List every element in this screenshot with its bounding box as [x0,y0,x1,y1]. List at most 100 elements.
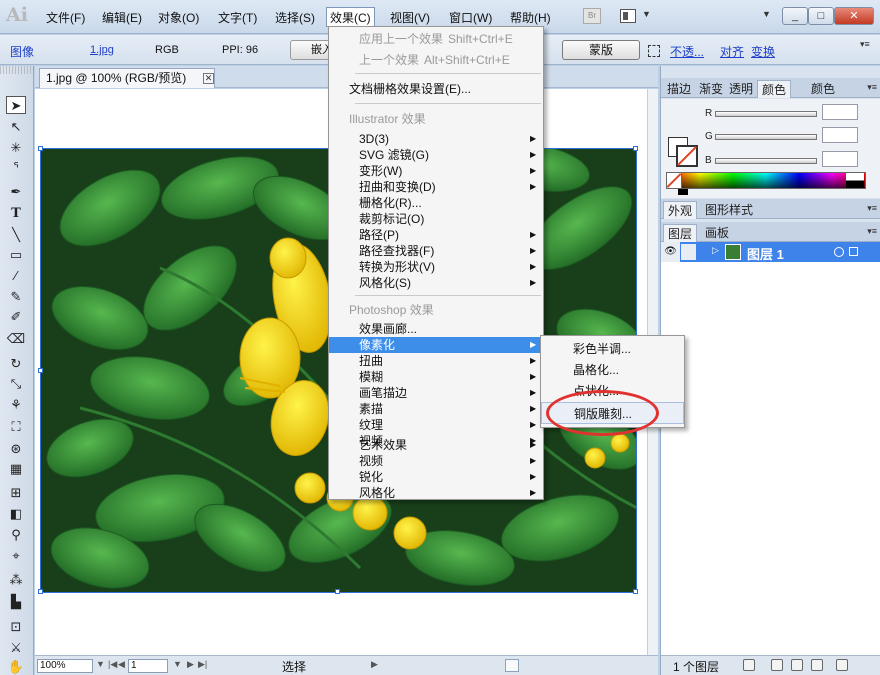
panel-menu-icon[interactable]: ▾≡ [867,203,877,214]
status-menu-icon[interactable]: ▶ [371,659,378,670]
stroke-swatch[interactable] [676,145,698,167]
menu-pixelate[interactable]: 像素化 ▶ [329,337,543,353]
scale-tool-icon[interactable]: ⤡ [6,375,26,393]
panel-menu-icon[interactable]: ▾≡ [860,39,870,50]
green-slider[interactable] [715,134,817,140]
menu-blur[interactable]: 模糊 ▶ [329,369,543,385]
lasso-tool-icon[interactable]: ᕐ [6,159,26,177]
lock-toggle[interactable] [681,244,696,260]
selection-indicator[interactable] [849,247,858,256]
delete-layer-icon[interactable] [836,659,848,671]
horizontal-scroll-thumb[interactable] [505,659,519,672]
menu-type[interactable]: 文字(T) [215,8,260,28]
align-link[interactable]: 对齐 [720,43,744,60]
rotate-tool-icon[interactable]: ↻ [6,355,26,373]
pencil-tool-icon[interactable]: ✎ [6,288,26,306]
black-white-swatch[interactable] [846,173,864,188]
workspace-chevron-down-icon[interactable]: ▼ [762,9,771,19]
menu-file[interactable]: 文件(F) [43,8,88,28]
menu-effect-gallery[interactable]: 效果画廊... [329,321,543,337]
menu-color-halftone[interactable]: 彩色半调... [541,338,684,360]
bridge-icon[interactable]: Br [583,8,601,24]
free-transform-tool-icon[interactable]: ⛶ [6,418,26,436]
transform-link[interactable]: 变换 [751,43,775,60]
none-color-icon[interactable] [667,173,682,188]
close-tab-icon[interactable]: ✕ [203,73,214,84]
line-tool-icon[interactable]: ╲ [6,226,26,244]
make-clipping-mask-icon[interactable] [771,659,783,671]
menu-video-2[interactable]: 视频 ▶ [329,453,543,469]
tab-graphic-styles[interactable]: 图形样式 [701,201,757,219]
menu-document-raster-settings[interactable]: 文档栅格效果设置(E)... [329,81,543,97]
perspective-grid-tool-icon[interactable]: ▦ [6,460,26,478]
menu-crystallize[interactable]: 晶格化... [541,359,684,381]
menu-apply-last-effect[interactable]: 应用上一个效果 Shift+Ctrl+E [329,31,543,47]
warp-tool-icon[interactable]: ⚘ [6,396,26,414]
menu-stylize-photoshop[interactable]: 风格化 ▶ [329,485,543,501]
zoom-dropdown-icon[interactable]: ▼ [96,659,105,669]
mask-button[interactable]: 蒙版 [562,40,640,60]
gradient-tool-icon[interactable]: ◧ [6,505,26,523]
panel-grip[interactable] [0,66,34,74]
resize-handle-top-right[interactable] [633,146,638,151]
paintbrush-tool-icon[interactable]: ∕ [6,267,26,285]
menu-pathfinder[interactable]: 路径查找器(F) ▶ [329,243,543,259]
eyedropper-tool-icon[interactable]: ⚲ [6,526,26,544]
menu-help[interactable]: 帮助(H) [507,8,554,28]
arrange-documents-icon[interactable] [620,9,636,23]
tab-color-guide[interactable]: 颜色 [807,80,839,98]
rectangle-tool-icon[interactable]: ▭ [6,246,26,264]
opacity-link[interactable]: 不透... [670,43,704,60]
mesh-tool-icon[interactable]: ⊞ [6,484,26,502]
tab-layers[interactable]: 图层 [663,224,698,242]
document-tab[interactable]: 1.jpg @ 100% (RGB/预览) ✕ [39,68,215,88]
resize-handle-bottom[interactable] [335,589,340,594]
blue-value-field[interactable] [822,151,858,167]
tab-appearance[interactable]: 外观 [663,201,698,219]
red-slider[interactable] [715,111,817,117]
next-page-icon[interactable]: ▶ [187,659,194,670]
tab-artboards[interactable]: 画板 [701,224,733,242]
symbol-sprayer-tool-icon[interactable]: ⁂ [6,571,26,589]
first-page-icon[interactable]: |◀ [108,659,117,670]
menu-crop-marks[interactable]: 裁剪标记(O) [329,211,543,227]
menu-stylize-illustrator[interactable]: 风格化(S) ▶ [329,275,543,291]
blob-brush-tool-icon[interactable]: ✐ [6,308,26,326]
tab-gradient[interactable]: 渐变 [695,80,727,98]
menu-rasterize[interactable]: 栅格化(R)... [329,195,543,211]
menu-sketch[interactable]: 素描 ▶ [329,401,543,417]
eraser-tool-icon[interactable]: ⌫ [6,330,26,348]
resize-handle-bottom-right[interactable] [633,589,638,594]
linked-file-link[interactable]: 1.jpg [90,44,114,56]
minimize-button[interactable]: _ [782,7,808,25]
menu-edit[interactable]: 编辑(E) [99,8,145,28]
selection-tool-icon[interactable]: ➤ [6,96,26,114]
menu-select[interactable]: 选择(S) [272,8,318,28]
menu-distort[interactable]: 扭曲 ▶ [329,353,543,369]
layer-row[interactable]: 👁 ▷ 图层 1 [661,242,880,262]
new-sublayer-icon[interactable] [791,659,803,671]
menu-warp[interactable]: 变形(W) ▶ [329,163,543,179]
maximize-button[interactable]: □ [808,7,834,25]
tab-color[interactable]: 颜色 [757,80,792,98]
layer-name[interactable]: 图层 1 [747,244,784,263]
locate-object-icon[interactable] [743,659,755,671]
menu-3d[interactable]: 3D(3) ▶ [329,131,543,147]
tab-stroke[interactable]: 描边 [663,80,695,98]
green-value-field[interactable] [822,127,858,143]
target-icon[interactable] [834,247,844,257]
blend-tool-icon[interactable]: ⌖ [6,547,26,565]
resize-handle-bottom-left[interactable] [38,589,43,594]
page-dropdown-icon[interactable]: ▼ [173,659,182,669]
zoom-select[interactable]: 100% [37,659,93,673]
direct-selection-tool-icon[interactable]: ↖ [6,118,26,136]
menu-svg-filters[interactable]: SVG 滤镜(G) ▶ [329,147,543,163]
magic-wand-tool-icon[interactable]: ✳ [6,139,26,157]
prev-page-icon[interactable]: ◀ [118,659,125,670]
hand-tool-icon[interactable]: ✋ [6,658,26,675]
menu-path[interactable]: 路径(P) ▶ [329,227,543,243]
expand-arrow-icon[interactable]: ▷ [712,245,719,256]
panel-menu-icon[interactable]: ▾≡ [867,82,877,93]
menu-texture[interactable]: 纹理 ▶ [329,417,543,433]
tab-transparency[interactable]: 透明 [725,80,757,98]
